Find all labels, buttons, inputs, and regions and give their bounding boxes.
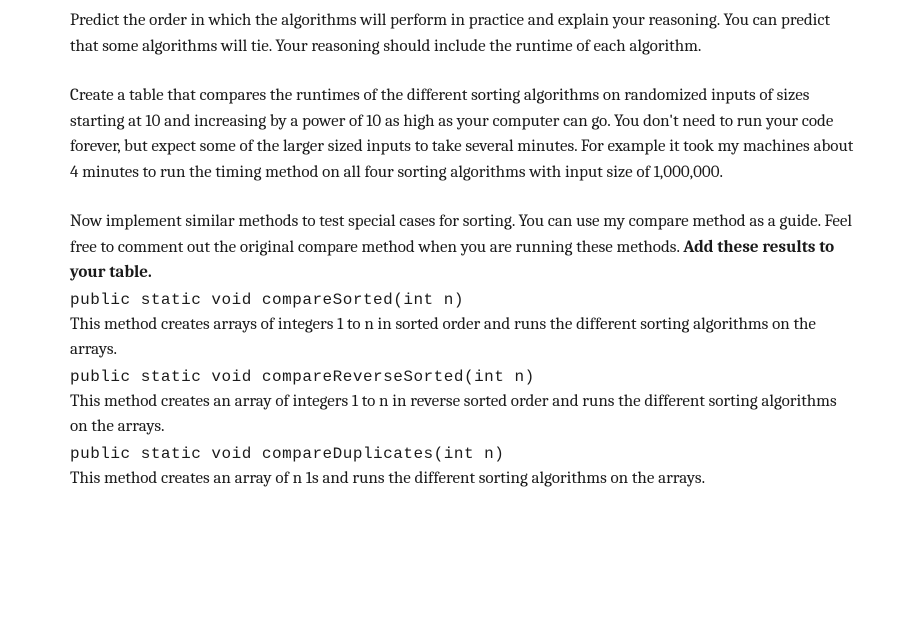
method-signature-compareReverseSorted: public static void compareReverseSorted(… (70, 365, 854, 389)
method-description-compareReverseSorted: This method creates an array of integers… (70, 389, 854, 440)
method-description-compareDuplicates: This method creates an array of n 1s and… (70, 466, 854, 492)
method-description-compareSorted: This method creates arrays of integers 1… (70, 312, 854, 363)
method-signature-compareSorted: public static void compareSorted(int n) (70, 288, 854, 312)
paragraph-table: Create a table that compares the runtime… (70, 83, 854, 185)
method-signature-compareDuplicates: public static void compareDuplicates(int… (70, 442, 854, 466)
paragraph-implement: Now implement similar methods to test sp… (70, 209, 854, 286)
paragraph-predict: Predict the order in which the algorithm… (70, 8, 854, 59)
